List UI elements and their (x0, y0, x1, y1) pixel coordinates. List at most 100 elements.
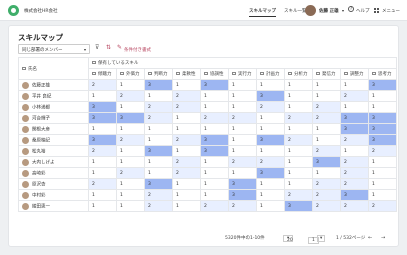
member-name-cell[interactable]: 小林満都 (18, 101, 89, 113)
brush-icon[interactable]: ✎ (117, 44, 122, 51)
skill-level-cell[interactable]: 1 (200, 90, 229, 102)
skill-level-cell[interactable]: 3 (88, 134, 117, 146)
skill-level-cell[interactable]: 1 (284, 123, 313, 135)
sort-icon[interactable]: ⇅ (106, 44, 111, 51)
skill-level-cell[interactable]: 2 (116, 134, 145, 146)
skill-level-cell[interactable]: 3 (367, 134, 398, 146)
skill-level-cell[interactable]: 1 (284, 156, 313, 168)
skill-column-header[interactable]: 外価力 (116, 68, 145, 80)
skill-level-cell[interactable]: 1 (284, 167, 313, 179)
skill-level-cell[interactable]: 1 (144, 123, 173, 135)
skill-level-cell[interactable]: 2 (367, 145, 398, 157)
skill-level-cell[interactable]: 1 (340, 101, 369, 113)
skill-level-cell[interactable]: 3 (367, 112, 398, 124)
skill-level-cell[interactable]: 2 (116, 167, 145, 179)
nav-skill-list[interactable]: スキル一覧 (284, 8, 307, 14)
skill-level-cell[interactable]: 2 (256, 101, 285, 113)
skill-level-cell[interactable]: 1 (172, 200, 201, 212)
skill-column-header[interactable]: 傾聴力 (88, 68, 117, 80)
skill-level-cell[interactable]: 1 (256, 123, 285, 135)
next-page-icon[interactable]: → (381, 235, 385, 241)
skill-level-cell[interactable]: 3 (367, 79, 398, 91)
skill-level-cell[interactable]: 3 (367, 123, 398, 135)
skill-level-cell[interactable]: 2 (172, 101, 201, 113)
skill-level-cell[interactable]: 2 (228, 112, 257, 124)
skill-level-cell[interactable]: 1 (172, 123, 201, 135)
skill-level-cell[interactable]: 2 (312, 178, 341, 190)
skill-level-cell[interactable]: 2 (312, 189, 341, 201)
skill-level-cell[interactable]: 3 (144, 178, 173, 190)
skill-level-cell[interactable]: 1 (284, 79, 313, 91)
skill-column-header[interactable]: 発信力 (312, 68, 341, 80)
skill-level-cell[interactable]: 2 (88, 79, 117, 91)
skill-level-cell[interactable]: 3 (88, 112, 117, 124)
skill-level-cell[interactable]: 1 (144, 156, 173, 168)
prev-page-icon[interactable]: ← (368, 235, 372, 241)
skill-level-cell[interactable]: 2 (172, 156, 201, 168)
skill-level-cell[interactable]: 2 (256, 156, 285, 168)
skill-level-cell[interactable]: 2 (228, 200, 257, 212)
skill-column-header[interactable]: 判断力 (144, 68, 173, 80)
skill-level-cell[interactable]: 1 (340, 79, 369, 91)
skill-level-cell[interactable]: 1 (172, 112, 201, 124)
skill-level-cell[interactable]: 1 (116, 189, 145, 201)
member-name-cell[interactable]: 平井 良紀 (18, 90, 89, 102)
skill-level-cell[interactable]: 1 (228, 167, 257, 179)
skill-level-cell[interactable]: 1 (284, 101, 313, 113)
skill-level-cell[interactable]: 1 (367, 167, 398, 179)
skill-level-cell[interactable]: 3 (340, 123, 369, 135)
skill-level-cell[interactable]: 2 (340, 90, 369, 102)
company-logo-icon[interactable] (8, 5, 19, 16)
skill-level-cell[interactable]: 2 (312, 145, 341, 157)
skill-level-cell[interactable]: 1 (312, 134, 341, 146)
skill-level-cell[interactable]: 3 (144, 145, 173, 157)
skill-level-cell[interactable]: 1 (228, 145, 257, 157)
skill-level-cell[interactable]: 1 (312, 79, 341, 91)
skill-level-cell[interactable]: 3 (284, 200, 313, 212)
skill-level-cell[interactable]: 1 (256, 178, 285, 190)
skill-level-cell[interactable]: 3 (340, 112, 369, 124)
per-page-select[interactable]: 20 ▾ (283, 235, 294, 243)
skill-column-header[interactable]: 実行力 (228, 68, 257, 80)
member-filter-select[interactable]: 同じ部署のメンバー ▾ (18, 44, 90, 54)
skill-level-cell[interactable]: 1 (256, 112, 285, 124)
chevron-down-icon[interactable]: ▾ (317, 235, 326, 242)
skill-column-header[interactable]: 柔軟性 (172, 68, 201, 80)
name-column-header[interactable]: 氏名 (18, 57, 89, 80)
skill-level-cell[interactable]: 3 (228, 189, 257, 201)
skill-level-cell[interactable]: 1 (256, 145, 285, 157)
skill-level-cell[interactable]: 1 (228, 134, 257, 146)
skill-level-cell[interactable]: 1 (172, 145, 201, 157)
chevron-down-icon[interactable]: ▾ (342, 8, 344, 13)
skill-level-cell[interactable]: 1 (116, 123, 145, 135)
skill-level-cell[interactable]: 1 (88, 90, 117, 102)
skill-level-cell[interactable]: 2 (144, 189, 173, 201)
skill-level-cell[interactable]: 2 (172, 134, 201, 146)
member-name-cell[interactable]: 原沢杏 (18, 178, 89, 190)
member-name-cell[interactable]: 桑原柚記 (18, 134, 89, 146)
skill-level-cell[interactable]: 2 (88, 145, 117, 157)
skill-level-cell[interactable]: 1 (312, 123, 341, 135)
member-name-cell[interactable]: 河合輝子 (18, 112, 89, 124)
skill-level-cell[interactable]: 1 (88, 123, 117, 135)
skill-level-cell[interactable]: 2 (284, 189, 313, 201)
member-name-cell[interactable]: 大内しげよ (18, 156, 89, 168)
skill-level-cell[interactable]: 1 (200, 178, 229, 190)
skill-level-cell[interactable]: 1 (367, 90, 398, 102)
skill-level-cell[interactable]: 1 (200, 156, 229, 168)
skill-level-cell[interactable]: 1 (144, 167, 173, 179)
skill-column-header[interactable]: 計画力 (256, 68, 285, 80)
skill-level-cell[interactable]: 2 (228, 156, 257, 168)
filter-icon[interactable]: ⊽ (95, 44, 99, 51)
user-name[interactable]: 佐藤 正雄 (319, 8, 339, 14)
skill-level-cell[interactable]: 1 (312, 90, 341, 102)
skill-level-cell[interactable]: 3 (200, 145, 229, 157)
skill-level-cell[interactable]: 3 (312, 156, 341, 168)
skill-level-cell[interactable]: 1 (116, 200, 145, 212)
skill-level-cell[interactable]: 1 (228, 90, 257, 102)
skill-level-cell[interactable]: 1 (172, 189, 201, 201)
skill-level-cell[interactable]: 2 (172, 167, 201, 179)
skill-level-cell[interactable]: 1 (116, 101, 145, 113)
skill-level-cell[interactable]: 1 (116, 178, 145, 190)
skill-level-cell[interactable]: 1 (200, 123, 229, 135)
